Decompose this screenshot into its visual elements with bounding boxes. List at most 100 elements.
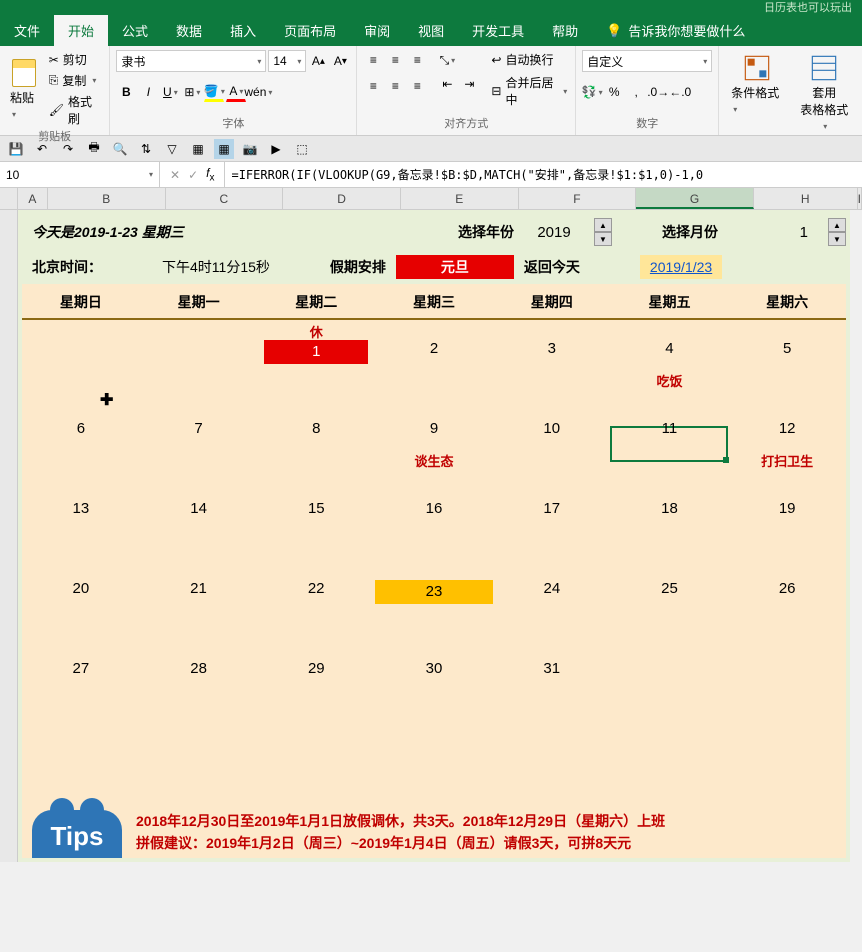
border-button[interactable]: ⊞▾ [182, 82, 202, 102]
fx-button[interactable]: fx [206, 166, 214, 183]
calendar-day[interactable] [728, 720, 846, 800]
calendar-day[interactable] [22, 720, 140, 800]
calendar-day[interactable]: 7 [140, 400, 258, 480]
table-format-button[interactable]: 套用 表格格式▾ [793, 50, 856, 134]
grow-font-button[interactable]: A▴ [308, 51, 328, 71]
bold-button[interactable]: B [116, 82, 136, 102]
tab-review[interactable]: 审阅 [350, 15, 404, 46]
calendar-day[interactable]: 27 [22, 640, 140, 720]
copy-button[interactable]: ⎘复制▾ [47, 71, 104, 90]
font-name-combo[interactable]: 隶书▾ [116, 50, 266, 72]
align-middle-button[interactable]: ≡ [385, 50, 405, 70]
calendar-day[interactable] [375, 720, 493, 800]
calendar-day[interactable] [728, 640, 846, 720]
phonetic-button[interactable]: wén▾ [248, 82, 268, 102]
fill-color-button[interactable]: 🪣▾ [204, 82, 224, 102]
month-up-button[interactable]: ▲ [828, 218, 846, 232]
col-header-f[interactable]: F [519, 188, 637, 209]
month-spinner[interactable]: ▲▼ [828, 218, 846, 246]
calendar-day[interactable]: 休1 [257, 320, 375, 400]
accept-formula-button[interactable]: ✓ [188, 168, 198, 182]
tab-view[interactable]: 视图 [404, 15, 458, 46]
qat-highlight-button[interactable]: ▦ [214, 139, 234, 159]
dec-decimal-button[interactable]: ←.0 [670, 82, 690, 102]
calendar-day[interactable] [611, 640, 729, 720]
indent-button[interactable]: ⇥ [459, 74, 479, 94]
calendar-day[interactable]: 2 [375, 320, 493, 400]
calendar-day[interactable]: 13 [22, 480, 140, 560]
tab-insert[interactable]: 插入 [216, 15, 270, 46]
col-header-g[interactable]: G [636, 188, 754, 209]
qat-save-button[interactable]: 💾 [6, 139, 26, 159]
calendar-day[interactable]: 11 [611, 400, 729, 480]
calendar-day[interactable]: 10 [493, 400, 611, 480]
worksheet[interactable]: 今天是2019-1-23 星期三 选择年份 2019 ▲▼ 选择月份 1 ▲▼ … [18, 210, 862, 862]
tell-me[interactable]: 💡 告诉我你想要做什么 [592, 15, 759, 46]
select-all-corner[interactable] [0, 188, 18, 209]
percent-button[interactable]: % [604, 82, 624, 102]
qat-freeze-button[interactable]: ▦ [188, 139, 208, 159]
calendar-day[interactable]: 15 [257, 480, 375, 560]
calendar-day[interactable]: 24 [493, 560, 611, 640]
calendar-day[interactable] [257, 720, 375, 800]
calendar-day[interactable]: 14 [140, 480, 258, 560]
align-center-button[interactable]: ≡ [385, 76, 405, 96]
calendar-day[interactable] [140, 720, 258, 800]
calendar-day[interactable]: 18 [611, 480, 729, 560]
col-header-b[interactable]: B [48, 188, 166, 209]
calendar-day[interactable]: 21 [140, 560, 258, 640]
painter-button[interactable]: 🖌格式刷 [47, 92, 104, 128]
year-spinner[interactable]: ▲▼ [594, 218, 612, 246]
qat-camera-button[interactable]: 📷 [240, 139, 260, 159]
orientation-button[interactable]: ⤡▾ [437, 50, 457, 70]
calendar-day[interactable]: 17 [493, 480, 611, 560]
cut-button[interactable]: ✂剪切 [47, 50, 104, 69]
qat-preview-button[interactable]: 🔍 [110, 139, 130, 159]
tab-layout[interactable]: 页面布局 [270, 15, 350, 46]
cond-format-button[interactable]: 条件格式▾ [725, 50, 788, 134]
comma-button[interactable]: , [626, 82, 646, 102]
tab-file[interactable]: 文件 [0, 15, 54, 46]
qat-redo-button[interactable]: ↷ [58, 139, 78, 159]
calendar-day[interactable]: 5 [728, 320, 846, 400]
paste-button[interactable]: 粘贴▾ [6, 50, 43, 128]
calendar-day[interactable]: 30 [375, 640, 493, 720]
tab-formula[interactable]: 公式 [108, 15, 162, 46]
calendar-day[interactable]: 16 [375, 480, 493, 560]
col-header-e[interactable]: E [401, 188, 519, 209]
calendar-day[interactable]: 19 [728, 480, 846, 560]
tab-data[interactable]: 数据 [162, 15, 216, 46]
calendar-day[interactable]: 22 [257, 560, 375, 640]
calendar-day[interactable]: 25 [611, 560, 729, 640]
col-header-a[interactable]: A [18, 188, 48, 209]
cancel-formula-button[interactable]: ✕ [170, 168, 180, 182]
qat-macro-button[interactable]: ▶ [266, 139, 286, 159]
calendar-day[interactable] [611, 720, 729, 800]
align-left-button[interactable]: ≡ [363, 76, 383, 96]
font-size-combo[interactable]: 14▾ [268, 50, 306, 72]
calendar-day[interactable]: 26 [728, 560, 846, 640]
year-down-button[interactable]: ▼ [594, 232, 612, 246]
calendar-day[interactable]: 28 [140, 640, 258, 720]
formula-input[interactable]: =IFERROR(IF(VLOOKUP(G9,备忘录!$B:$D,MATCH("… [225, 162, 862, 187]
row-headers[interactable] [0, 210, 18, 862]
calendar-day[interactable]: 3 [493, 320, 611, 400]
calendar-day[interactable]: 4吃饭 [611, 320, 729, 400]
name-box[interactable]: 10▾ [0, 162, 160, 187]
calendar-day[interactable]: 6 [22, 400, 140, 480]
align-right-button[interactable]: ≡ [407, 76, 427, 96]
align-top-button[interactable]: ≡ [363, 50, 383, 70]
calendar-day[interactable]: 9谈生态 [375, 400, 493, 480]
qat-sort-button[interactable]: ⇅ [136, 139, 156, 159]
month-down-button[interactable]: ▼ [828, 232, 846, 246]
number-format-combo[interactable]: 自定义▾ [582, 50, 712, 72]
merge-button[interactable]: ⊟合并后居中▾ [489, 73, 569, 109]
calendar-day[interactable]: 23 [375, 560, 493, 640]
tab-dev[interactable]: 开发工具 [458, 15, 538, 46]
calendar-day[interactable]: 31 [493, 640, 611, 720]
tab-home[interactable]: 开始 [54, 15, 108, 46]
calendar-day[interactable] [493, 720, 611, 800]
col-header-i[interactable]: I [858, 188, 862, 209]
italic-button[interactable]: I [138, 82, 158, 102]
inc-decimal-button[interactable]: .0→ [648, 82, 668, 102]
